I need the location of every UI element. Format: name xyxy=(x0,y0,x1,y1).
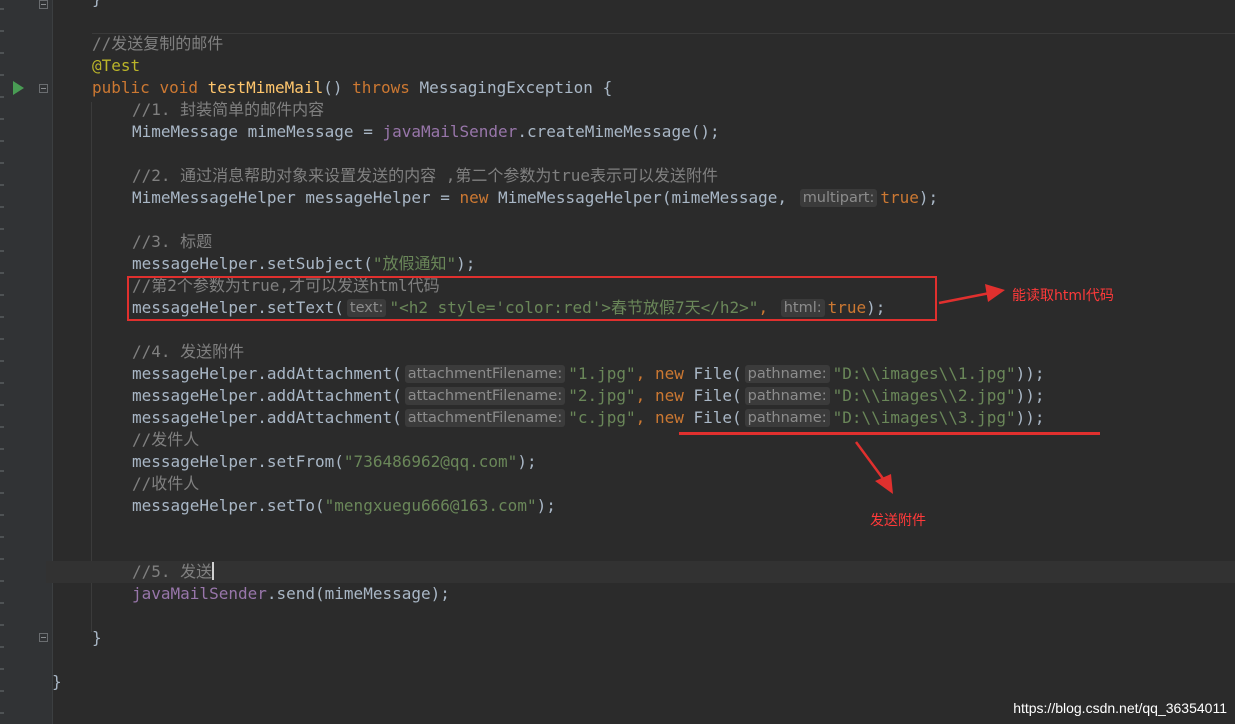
arrow-head-html xyxy=(985,284,1005,302)
watermark: https://blog.csdn.net/qq_36354011 xyxy=(1013,700,1227,716)
annotation-html-note: 能读取html代码 xyxy=(1012,288,1114,304)
annotation-arrows xyxy=(854,284,1005,494)
arrow-head-attach xyxy=(875,474,893,494)
annotation-attach-note: 发送附件 xyxy=(870,513,926,529)
arrow-line-attach xyxy=(854,441,886,481)
arrow-line-html xyxy=(938,291,991,305)
